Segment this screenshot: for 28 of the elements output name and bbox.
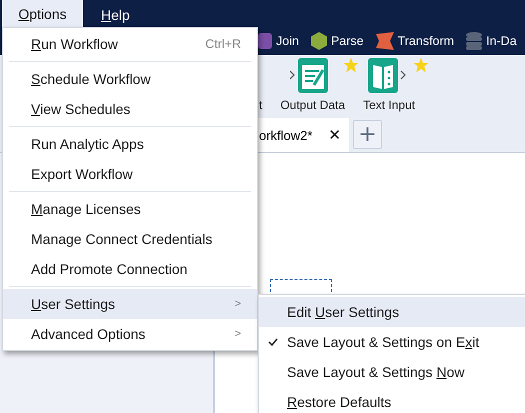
menu-item[interactable]: Manage Connect Credentials: [3, 224, 257, 254]
tool-outline[interactable]: [270, 279, 332, 292]
menu-item[interactable]: Edit User Settings: [259, 297, 525, 327]
tool-label: Output Data: [280, 98, 346, 112]
submenu-arrow: >: [234, 328, 241, 340]
shortcut-label: Ctrl+R: [205, 37, 241, 51]
menu-item[interactable]: Restore Defaults: [259, 387, 525, 413]
menu-item[interactable]: Add Promote Connection: [3, 254, 257, 284]
menu-item[interactable]: Run Workflow Ctrl+R: [3, 29, 257, 59]
tab-title: orkflow2*: [259, 128, 312, 142]
menu-title[interactable]: Help: [87, 3, 144, 27]
category-label[interactable]: Parse: [330, 34, 364, 48]
tool-label: Text Input: [363, 98, 416, 112]
menu-item[interactable]: Schedule Workflow: [3, 64, 257, 94]
menu-title[interactable]: Options: [2, 0, 83, 27]
menu-item[interactable]: Manage Licenses: [3, 194, 257, 224]
tool-label: t: [259, 98, 262, 112]
new-tab-button[interactable]: +: [353, 120, 382, 149]
menu-item[interactable]: Advanced Options >: [3, 319, 257, 349]
menu-item[interactable]: User Settings >: [3, 289, 257, 319]
menu-item[interactable]: Export Workflow: [3, 159, 257, 189]
category-label[interactable]: Transform: [398, 34, 454, 48]
close-button[interactable]: ✕: [328, 126, 341, 144]
menu-item[interactable]: Save Layout & Settings on Exit: [259, 327, 525, 357]
menu-item[interactable]: Save Layout & Settings Now: [259, 357, 525, 387]
submenu-arrow: >: [234, 298, 241, 310]
category-label[interactable]: Join: [276, 34, 299, 48]
category-label[interactable]: In-Da: [486, 34, 517, 48]
